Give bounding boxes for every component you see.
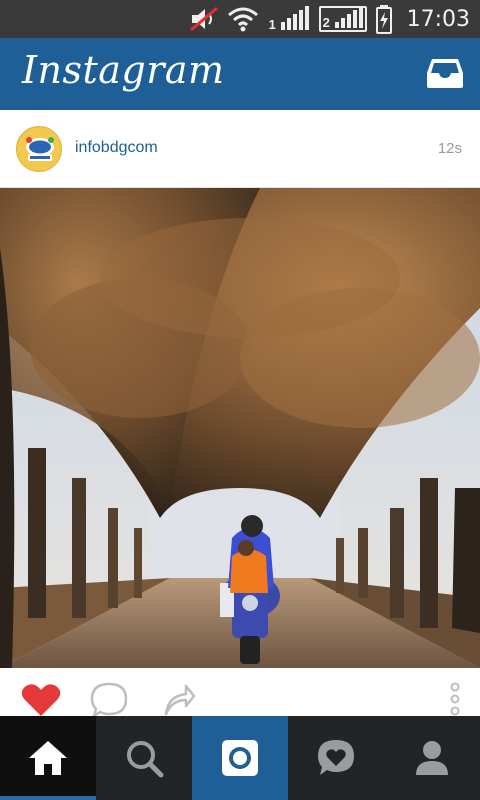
mute-icon	[189, 6, 218, 32]
signal-sim2-icon: 2	[318, 6, 367, 32]
status-time: 17:03	[406, 6, 470, 32]
post-header: infobdgcom 12s	[0, 110, 480, 188]
sim1-label: 1	[268, 17, 276, 32]
post-photo[interactable]	[0, 188, 480, 668]
inbox-icon[interactable]	[426, 56, 464, 90]
comment-icon[interactable]	[90, 682, 128, 718]
nav-search[interactable]	[96, 716, 192, 800]
post-actions	[0, 668, 480, 718]
search-icon	[127, 741, 164, 778]
sim2-label: 2	[322, 15, 330, 30]
app-title: Instagram	[22, 48, 225, 92]
heart-icon[interactable]	[20, 682, 62, 718]
avatar-logo-icon	[17, 127, 61, 171]
more-vertical-icon[interactable]	[450, 682, 460, 716]
username[interactable]: infobdgcom	[75, 139, 158, 157]
share-icon[interactable]	[162, 682, 196, 716]
nav-camera[interactable]	[192, 716, 288, 800]
nav-profile[interactable]	[384, 716, 480, 800]
timestamp: 12s	[437, 140, 462, 157]
profile-icon	[416, 741, 448, 775]
nav-activity[interactable]	[288, 716, 384, 800]
camera-icon	[222, 740, 258, 776]
signal-sim1-icon: 1	[267, 6, 311, 32]
nav-home[interactable]	[0, 716, 96, 800]
screen: 1 2 17:03 Instagram infobdgcom 12s	[0, 0, 480, 800]
bottom-nav	[0, 716, 480, 800]
activity-heart-icon	[318, 740, 354, 775]
app-header: Instagram	[0, 38, 480, 110]
wifi-icon	[227, 7, 258, 32]
avatar[interactable]	[16, 126, 62, 172]
status-bar: 1 2 17:03	[0, 0, 480, 38]
battery-charging-icon	[375, 5, 392, 34]
photo-image	[0, 188, 480, 668]
home-icon	[29, 741, 67, 775]
